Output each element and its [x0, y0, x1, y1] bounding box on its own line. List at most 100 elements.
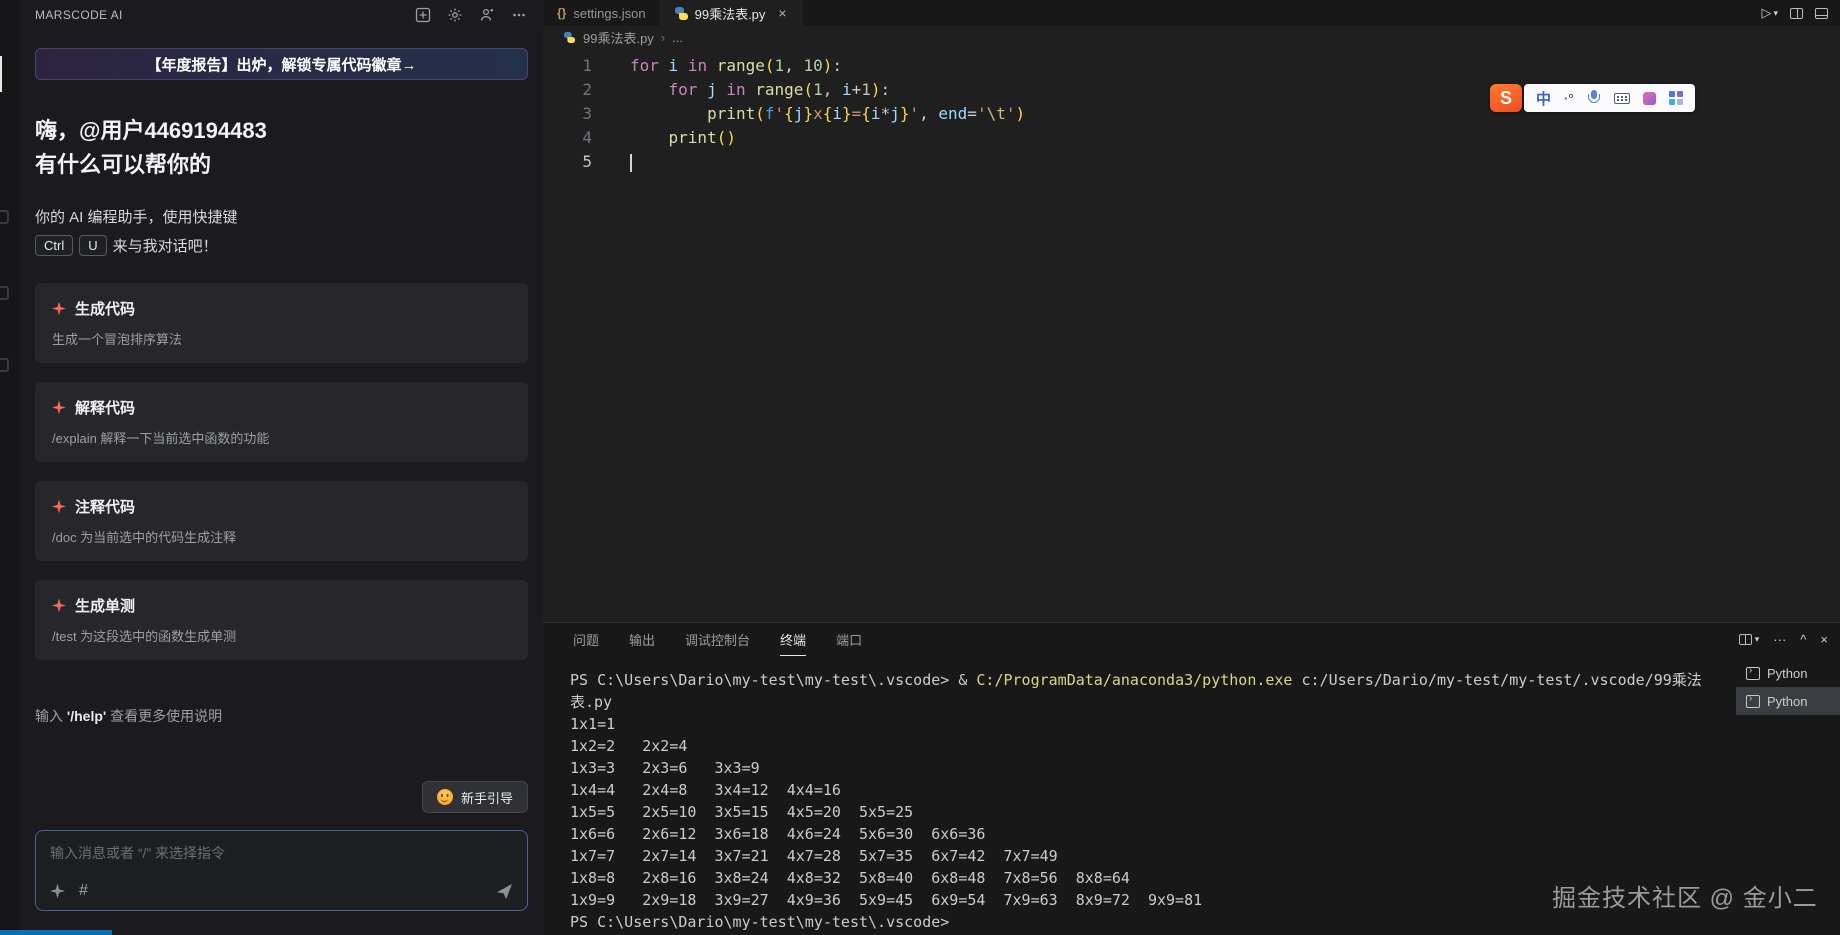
activity-icon[interactable] [0, 286, 9, 300]
card-title-row: 生成代码 [52, 298, 511, 319]
card-title-row: 生成单测 [52, 595, 511, 616]
onboarding-guide-button[interactable]: 新手引导 [422, 781, 528, 813]
code-line: for i in range(1, 10): [630, 54, 1025, 78]
code-line [630, 150, 1025, 174]
terminal-line: 1x3=3 2x3=6 3x3=9 [570, 757, 1730, 779]
new-chat-icon[interactable] [414, 6, 432, 24]
send-message-icon[interactable] [496, 883, 513, 900]
editor-area[interactable]: {} settings.json 99乘法表.py × ▷▾ 99乘法表.py … [543, 0, 1840, 622]
code-editor[interactable]: 12345 for i in range(1, 10): for j in ra… [543, 48, 1840, 622]
community-watermark: 掘金技术社区 @ 金小二 [1552, 878, 1818, 913]
toggle-panel-icon[interactable] [1815, 8, 1828, 19]
panel-tab-debug-console[interactable]: 调试控制台 [685, 623, 750, 656]
card-title: 注释代码 [75, 496, 135, 517]
toolbox-grid-icon[interactable] [1669, 91, 1683, 105]
prompt-card[interactable]: 生成代码生成一个冒泡排序算法 [35, 283, 528, 363]
sparkle-icon [52, 401, 66, 415]
terminal-line: PS C:\Users\Dario\my-test\my-test\.vscod… [570, 911, 1730, 933]
greeting: 嗨，@用户4469194483 有什么可以帮你的 [35, 114, 528, 182]
ime-lang-icon[interactable]: 中 [1536, 88, 1551, 109]
help-hint-suffix: 查看更多使用说明 [106, 708, 222, 724]
tab-settings-json[interactable]: {} settings.json [543, 0, 661, 26]
prompt-cards: 生成代码生成一个冒泡排序算法解释代码/explain 解释一下当前选中函数的功能… [35, 283, 528, 660]
chat-input[interactable]: 输入消息或者 “/” 来选择指令 # [35, 830, 528, 911]
activity-icon[interactable] [0, 210, 9, 224]
card-desc: /test 为这段选中的函数生成单测 [52, 626, 511, 645]
sparkle-icon [52, 599, 66, 613]
ctrl-key: Ctrl [35, 235, 73, 256]
u-key: U [79, 235, 106, 256]
prompt-card[interactable]: 注释代码/doc 为当前选中的代码生成注释 [35, 481, 528, 561]
panel-tab-output[interactable]: 输出 [629, 623, 655, 656]
terminal-icon [1746, 695, 1760, 708]
annual-report-banner[interactable]: 【年度报告】出炉，解锁专属代码徽章→ [35, 48, 528, 80]
chevron-down-icon: ▾ [1755, 634, 1760, 645]
close-panel-icon[interactable]: × [1820, 632, 1828, 647]
sparkle-icon [52, 302, 66, 316]
ime-punctuation-icon[interactable]: ·° [1564, 91, 1574, 106]
editor-tab-bar: {} settings.json 99乘法表.py × ▷▾ [543, 0, 1840, 26]
code-line: for j in range(1, i+1): [630, 78, 1025, 102]
split-terminal-icon[interactable]: ▾ [1739, 634, 1760, 645]
card-title: 解释代码 [75, 397, 135, 418]
code-line: print() [630, 126, 1025, 150]
card-title-row: 注释代码 [52, 496, 511, 517]
split-editor-icon[interactable] [1790, 8, 1803, 19]
close-tab-icon[interactable]: × [778, 5, 786, 21]
tab-label: settings.json [573, 6, 645, 21]
panel-tab-terminal[interactable]: 终端 [780, 623, 806, 656]
panel-more-actions-icon[interactable]: ··· [1773, 632, 1786, 647]
line-number: 1 [543, 54, 592, 78]
guide-button-label: 新手引导 [461, 788, 513, 807]
terminal-line: PS C:\Users\Dario\my-test\my-test\.vscod… [570, 669, 1730, 691]
prompt-card[interactable]: 生成单测/test 为这段选中的函数生成单测 [35, 580, 528, 660]
ime-toolbar: S 中 ·° [1490, 84, 1695, 112]
sparkle-command-icon[interactable] [50, 884, 65, 899]
python-file-icon [675, 7, 688, 20]
panel-header: 问题输出调试控制台终端端口 ▾ ··· ^ × [543, 623, 1840, 656]
terminal-line: 1x7=7 2x7=14 3x7=21 4x7=28 5x7=35 6x7=42… [570, 845, 1730, 867]
terminal-list-item[interactable]: Python [1736, 659, 1840, 687]
python-file-icon [564, 31, 575, 42]
play-icon: ▷ [1761, 5, 1771, 21]
shortcut-row: Ctrl U 来与我对话吧！ [35, 235, 528, 256]
keyboard-icon[interactable] [1614, 93, 1630, 104]
activity-bar[interactable] [0, 0, 20, 935]
panel-actions: ▾ ··· ^ × [1739, 632, 1828, 647]
line-number: 3 [543, 102, 592, 126]
marscode-sidebar: MARSCODE AI 【年度报告】出炉，解锁专属代码徽章→ 嗨，@用户4469… [20, 0, 543, 935]
greeting-line2: 有什么可以帮你的 [35, 148, 528, 182]
activity-icon[interactable] [0, 358, 9, 372]
breadcrumb[interactable]: 99乘法表.py › ... [543, 26, 1840, 48]
hash-context-icon[interactable]: # [79, 882, 88, 900]
mic-icon[interactable] [1587, 90, 1601, 106]
maximize-panel-icon[interactable]: ^ [1800, 632, 1806, 647]
card-desc: /doc 为当前选中的代码生成注释 [52, 527, 511, 546]
sidebar-header: MARSCODE AI [35, 0, 528, 30]
line-number-gutter: 12345 [543, 54, 610, 622]
help-hint-prefix: 输入 [35, 708, 67, 724]
line-number: 2 [543, 78, 592, 102]
run-python-file-button[interactable]: ▷▾ [1761, 5, 1778, 21]
helper-outro: 来与我对话吧！ [113, 235, 218, 256]
helper-intro: 你的 AI 编程助手，使用快捷键 [35, 206, 528, 227]
terminal-line: 1x6=6 2x6=12 3x6=18 4x6=24 5x6=30 6x6=36 [570, 823, 1730, 845]
prompt-card[interactable]: 解释代码/explain 解释一下当前选中函数的功能 [35, 382, 528, 462]
tab-99-multiplication-py[interactable]: 99乘法表.py × [661, 0, 802, 26]
chat-input-placeholder: 输入消息或者 “/” 来选择指令 [50, 843, 513, 863]
code-line: print(f'{j}x{i}={i*j}', end='\t') [630, 102, 1025, 126]
line-number: 5 [543, 150, 592, 174]
settings-gear-icon[interactable] [446, 6, 464, 24]
breadcrumb-more[interactable]: ... [672, 30, 683, 45]
terminal-list-item[interactable]: Python [1736, 687, 1840, 715]
more-actions-icon[interactable] [510, 6, 528, 24]
breadcrumb-file[interactable]: 99乘法表.py [583, 28, 654, 47]
help-hint: 输入 '/help' 查看更多使用说明 [35, 706, 528, 726]
breadcrumb-separator-icon: › [661, 30, 665, 45]
panel-tab-ports[interactable]: 端口 [836, 623, 862, 656]
panel-tab-problems[interactable]: 问题 [573, 623, 599, 656]
json-file-icon: {} [557, 6, 566, 20]
sogou-logo-icon[interactable]: S [1490, 84, 1522, 112]
account-icon[interactable] [478, 6, 496, 24]
skin-icon[interactable] [1643, 92, 1656, 105]
